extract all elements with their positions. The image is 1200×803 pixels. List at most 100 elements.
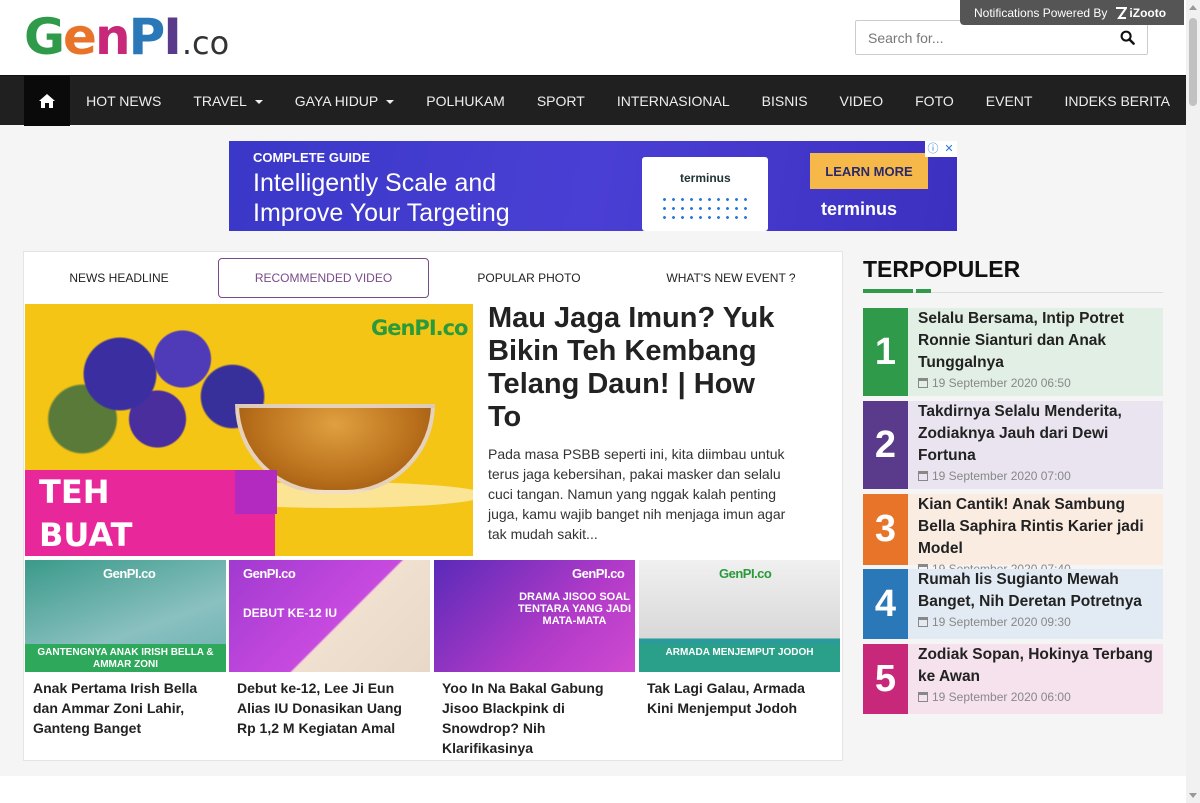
tab-whats-new-event[interactable]: WHAT'S NEW EVENT ? (636, 258, 826, 298)
thumbnail-logo: GenPI.co (572, 566, 625, 581)
popular-item[interactable]: 5 Zodiak Sopan, Hokinya Terbang ke Awan … (863, 644, 1163, 714)
tab-news-headline[interactable]: NEWS HEADLINE (24, 258, 214, 298)
nav-item-gaya-hidup[interactable]: GAYA HIDUP (279, 76, 411, 126)
nav-label: VIDEO (839, 92, 884, 109)
nav-item-internasional[interactable]: INTERNASIONAL (601, 76, 746, 126)
video-title[interactable]: Debut ke-12, Lee Ji Eun Alias IU Donasik… (229, 672, 430, 738)
nav-home-button[interactable] (24, 75, 71, 126)
nav-label: GAYA HIDUP (294, 92, 379, 109)
section-tabs: NEWS HEADLINE RECOMMENDED VIDEO POPULAR … (24, 258, 842, 298)
ad-controls: ⓘ ✕ (925, 141, 957, 157)
popular-item-title[interactable]: Selalu Bersama, Intip Potret Ronnie Sian… (918, 308, 1159, 374)
popular-item-date: 19 September 2020 07:00 (918, 469, 1159, 483)
page-scrollbar[interactable] (1186, 0, 1200, 803)
ad-notebook-logo: terminus (680, 171, 731, 185)
video-thumbnail: GenPI.co DEBUT KE-12 IU (229, 560, 430, 672)
ad-close-icon[interactable]: ✕ (941, 141, 957, 157)
popular-item[interactable]: 3 Kian Cantik! Anak Sambung Bella Saphir… (863, 494, 1163, 576)
scrollbar-thumb[interactable] (1189, 18, 1197, 106)
popular-item-title[interactable]: Zodiak Sopan, Hokinya Terbang ke Awan (918, 644, 1159, 688)
calendar-icon (918, 692, 928, 702)
site-header: G e n P I .co Notifications Powered By i… (0, 0, 1186, 75)
calendar-icon (918, 378, 928, 388)
izooto-logo-icon (1116, 6, 1128, 19)
nav-label: EVENT (985, 92, 1033, 109)
ad-headline-line2: Improve Your Targeting (253, 199, 510, 227)
logo-letter-i: I (163, 8, 182, 66)
popular-item-body: Takdirnya Selalu Menderita, Zodiaknya Ja… (908, 401, 1163, 489)
ad-learn-more-button[interactable]: LEARN MORE (810, 153, 928, 189)
tab-popular-photo[interactable]: POPULAR PHOTO (434, 258, 624, 298)
nav-label: POLHUKAM (426, 92, 505, 109)
featured-video-thumbnail[interactable]: GenPI.co TEH BAGUS BUAT IMUNITAS (25, 304, 473, 556)
ad-info-icon[interactable]: ⓘ (925, 141, 941, 157)
nav-item-bisnis[interactable]: BISNIS (746, 76, 824, 126)
video-title[interactable]: Yoo In Na Bakal Gabung Jisoo Blackpink d… (434, 672, 635, 758)
ad-kicker: COMPLETE GUIDE (253, 150, 371, 165)
banner-ad[interactable]: COMPLETE GUIDE Intelligently Scale and I… (229, 141, 957, 231)
ad-notebook-image: terminus (642, 157, 768, 231)
thumbnail-caption: DEBUT KE-12 IU (243, 606, 338, 620)
date-text: 19 September 2020 06:00 (932, 690, 1071, 704)
search-input[interactable] (856, 21, 1107, 54)
video-title[interactable]: Anak Pertama Irish Bella dan Ammar Zoni … (25, 672, 226, 738)
logo-letter-e: e (63, 8, 97, 66)
sidebar-title-underline (863, 289, 1163, 293)
calendar-icon (918, 471, 928, 481)
rank-badge: 3 (863, 494, 908, 565)
calendar-icon (918, 617, 928, 627)
nav-item-event[interactable]: EVENT (970, 76, 1049, 126)
search-icon (1120, 30, 1135, 45)
nav-item-polhukam[interactable]: POLHUKAM (410, 76, 521, 126)
notification-bar[interactable]: Notifications Powered By iZooto (960, 0, 1184, 25)
ad-headline-line1: Intelligently Scale and (253, 169, 497, 197)
caret-down-icon (254, 99, 263, 104)
video-section: NEWS HEADLINE RECOMMENDED VIDEO POPULAR … (23, 251, 843, 761)
popular-item-title[interactable]: Takdirnya Selalu Menderita, Zodiaknya Ja… (918, 401, 1159, 467)
popular-item-title[interactable]: Kian Cantik! Anak Sambung Bella Saphira … (918, 494, 1159, 560)
search-button[interactable] (1107, 21, 1147, 54)
popular-item-title[interactable]: Rumah Iis Sugianto Mewah Banget, Nih Der… (918, 569, 1159, 613)
video-list: GenPI.co GANTENGNYA ANAK IRISH BELLA & A… (25, 560, 843, 760)
popular-item-date: 19 September 2020 06:50 (918, 376, 1159, 390)
ad-headline: Intelligently Scale and Improve Your Tar… (253, 168, 510, 228)
tab-recommended-video[interactable]: RECOMMENDED VIDEO (218, 258, 429, 298)
nav-item-video[interactable]: VIDEO (824, 76, 900, 126)
logo-letter-n: n (94, 8, 131, 66)
popular-item-body: Selalu Bersama, Intip Potret Ronnie Sian… (908, 308, 1163, 396)
nav-item-indeks-berita[interactable]: INDEKS BERITA (1048, 76, 1186, 126)
thumbnail-caption: GANTENGNYA ANAK IRISH BELLA & AMMAR ZONI (25, 644, 226, 672)
video-title[interactable]: Tak Lagi Galau, Armada Kini Menjemput Jo… (639, 672, 840, 718)
popular-item[interactable]: 1 Selalu Bersama, Intip Potret Ronnie Si… (863, 308, 1163, 396)
thumbnail-caption-line1: TEH BAGUS (25, 470, 235, 555)
genpi-logo[interactable]: G e n P I .co (24, 12, 229, 62)
featured-title[interactable]: Mau Jaga Imun? Yuk Bikin Teh Kembang Tel… (488, 302, 788, 434)
nav-item-foto[interactable]: FOTO (899, 76, 970, 126)
logo-letter-p: P (128, 8, 166, 66)
notification-text: Notifications Powered By (974, 5, 1108, 20)
video-thumbnail: GenPI.co ARMADA MENJEMPUT JODOH (639, 560, 840, 672)
thumbnail-caption: DRAMA JISOO SOAL TENTARA YANG JADI MATA-… (517, 591, 632, 627)
video-card[interactable]: GenPI.co GANTENGNYA ANAK IRISH BELLA & A… (25, 560, 226, 738)
nav-label: SPORT (536, 92, 585, 109)
video-card[interactable]: GenPI.co ARMADA MENJEMPUT JODOH Tak Lagi… (639, 560, 840, 718)
video-card[interactable]: GenPI.co DRAMA JISOO SOAL TENTARA YANG J… (434, 560, 635, 758)
thumbnail-logo: GenPI.co (719, 566, 772, 581)
ad-dot-pattern (660, 195, 752, 223)
nav-item-sport[interactable]: SPORT (521, 76, 601, 126)
thumbnail-logo: GenPI.co (103, 566, 156, 581)
search-box (855, 20, 1148, 55)
page-footer-strip (0, 776, 1186, 803)
popular-sidebar: TERPOPULER 1 Selalu Bersama, Intip Potre… (863, 251, 1163, 714)
nav-item-travel[interactable]: TRAVEL (177, 76, 278, 126)
video-card[interactable]: GenPI.co DEBUT KE-12 IU Debut ke-12, Lee… (229, 560, 430, 738)
thumbnail-caption: ARMADA MENJEMPUT JODOH (639, 644, 840, 672)
popular-item-body: Kian Cantik! Anak Sambung Bella Saphira … (908, 494, 1163, 576)
scroll-up-arrow-icon[interactable] (1189, 5, 1197, 10)
nav-item-hot-news[interactable]: HOT NEWS (70, 76, 177, 126)
notification-brand: iZooto (1129, 5, 1167, 20)
popular-item[interactable]: 4 Rumah Iis Sugianto Mewah Banget, Nih D… (863, 569, 1163, 639)
rank-badge: 2 (863, 401, 908, 489)
scroll-down-arrow-icon[interactable] (1189, 793, 1197, 798)
popular-item[interactable]: 2 Takdirnya Selalu Menderita, Zodiaknya … (863, 401, 1163, 489)
